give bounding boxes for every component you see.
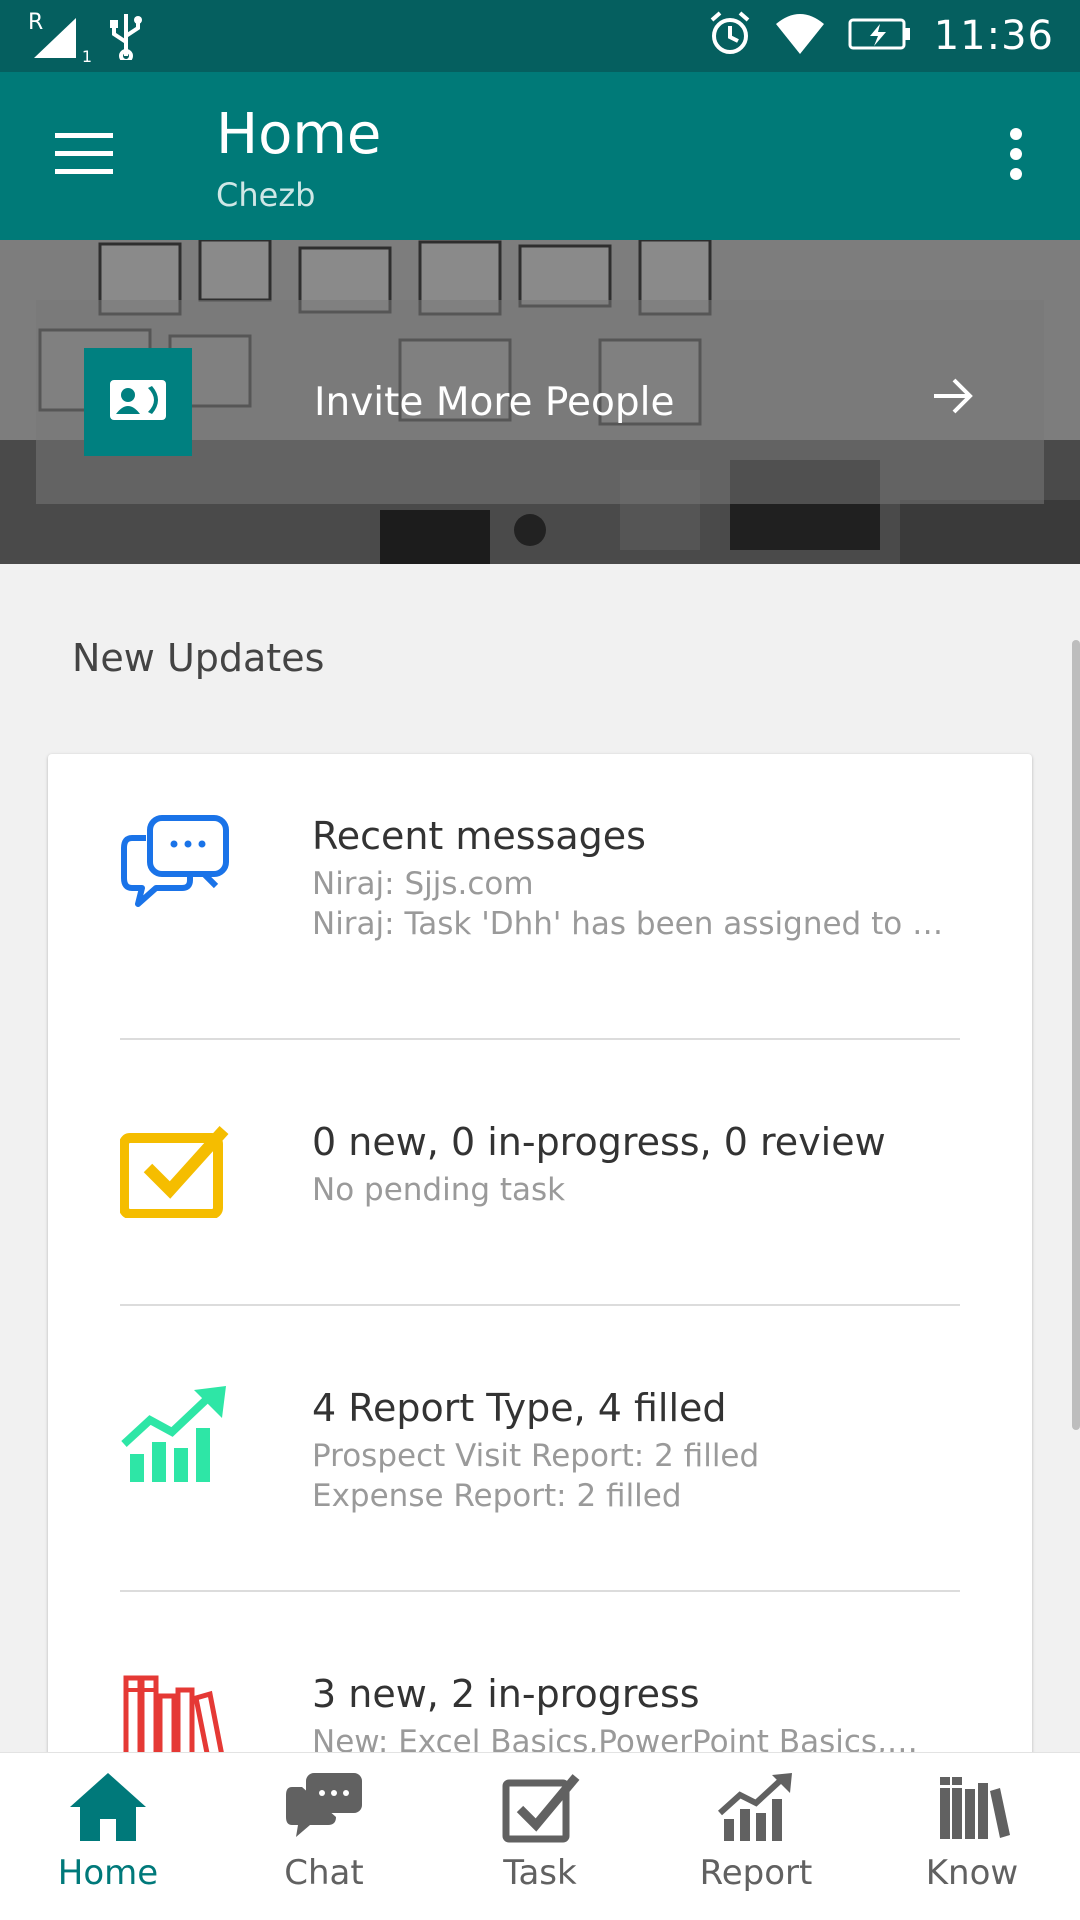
update-row-reports[interactable]: 4 Report Type, 4 filled Prospect Visit R… <box>48 1386 1032 1606</box>
report-chart-icon <box>120 1384 230 1494</box>
arrow-right-icon <box>932 376 974 420</box>
report-icon <box>716 1771 796 1847</box>
chat-bubbles-icon <box>120 814 230 924</box>
menu-icon <box>55 133 113 179</box>
alarm-icon <box>708 10 752 62</box>
office-banner: Invite More People <box>0 240 1080 564</box>
update-text-reports: 4 Report Type, 4 filled Prospect Visit R… <box>312 1386 1012 1514</box>
scrollbar[interactable] <box>1072 640 1080 1430</box>
updates-card: Recent messages Niraj: Sjjs.com Niraj: T… <box>48 754 1032 1920</box>
update-row-tasks[interactable]: 0 new, 0 in-progress, 0 review No pendin… <box>48 1120 1032 1320</box>
update-heading: 4 Report Type, 4 filled <box>312 1386 727 1430</box>
nav-label: Report <box>699 1853 813 1893</box>
signal-sub: 1 <box>81 47 92 66</box>
divider <box>120 1590 960 1592</box>
signal-icon: R 1 <box>28 10 92 66</box>
update-line: Prospect Visit Report: 2 filled <box>312 1438 760 1474</box>
update-line: Niraj: Sjjs.com <box>312 866 534 902</box>
menu-button[interactable] <box>40 120 128 192</box>
more-vert-icon <box>1008 128 1024 184</box>
page-title: Home <box>216 102 382 167</box>
divider <box>120 1304 960 1306</box>
update-heading: 0 new, 0 in-progress, 0 review <box>312 1120 886 1164</box>
invite-icon-box <box>84 348 192 456</box>
section-title: New Updates <box>72 636 325 680</box>
divider <box>120 1038 960 1040</box>
bottom-navigation: Home Chat Task Report Know <box>0 1752 1080 1920</box>
update-text-tasks: 0 new, 0 in-progress, 0 review No pendin… <box>312 1120 1012 1208</box>
invite-people-card[interactable]: Invite More People <box>36 300 1044 504</box>
update-row-messages[interactable]: Recent messages Niraj: Sjjs.com Niraj: T… <box>48 814 1032 1034</box>
nav-label: Know <box>925 1853 1019 1893</box>
task-icon <box>500 1771 580 1847</box>
nav-home[interactable]: Home <box>0 1753 216 1920</box>
nav-chat[interactable]: Chat <box>216 1753 432 1920</box>
contact-card-icon <box>110 380 166 424</box>
update-line: Expense Report: 2 filled <box>312 1478 682 1514</box>
update-heading: Recent messages <box>312 814 646 858</box>
clock: 11:36 <box>933 13 1054 59</box>
update-line: No pending task <box>312 1172 566 1208</box>
nav-know[interactable]: Know <box>864 1753 1080 1920</box>
page-subtitle: Chezb <box>216 176 316 214</box>
nav-label: Home <box>57 1853 159 1893</box>
update-text-knowledge: 3 new, 2 in-progress New: Excel Basics,P… <box>312 1672 1012 1760</box>
battery-charging-icon <box>848 16 912 56</box>
nav-label: Chat <box>284 1853 364 1893</box>
update-heading: 3 new, 2 in-progress <box>312 1672 700 1716</box>
nav-report[interactable]: Report <box>648 1753 864 1920</box>
signal-indicator: R <box>28 10 44 35</box>
nav-label: Task <box>503 1853 577 1893</box>
knowledge-books-icon <box>932 1771 1012 1847</box>
home-icon <box>68 1771 148 1847</box>
update-text-messages: Recent messages Niraj: Sjjs.com Niraj: T… <box>312 814 1012 942</box>
nav-task[interactable]: Task <box>432 1753 648 1920</box>
update-line: Niraj: Task 'Dhh' has been assigned to … <box>312 906 944 942</box>
status-bar: R 1 11:36 <box>0 0 1080 72</box>
usb-icon <box>108 12 144 64</box>
app-bar: Home Chezb <box>0 72 1080 240</box>
chat-icon <box>284 1771 364 1847</box>
overflow-menu-button[interactable] <box>980 120 1052 192</box>
invite-label: Invite More People <box>314 379 675 425</box>
task-checkbox-icon <box>119 1118 230 1228</box>
wifi-icon <box>774 12 826 60</box>
